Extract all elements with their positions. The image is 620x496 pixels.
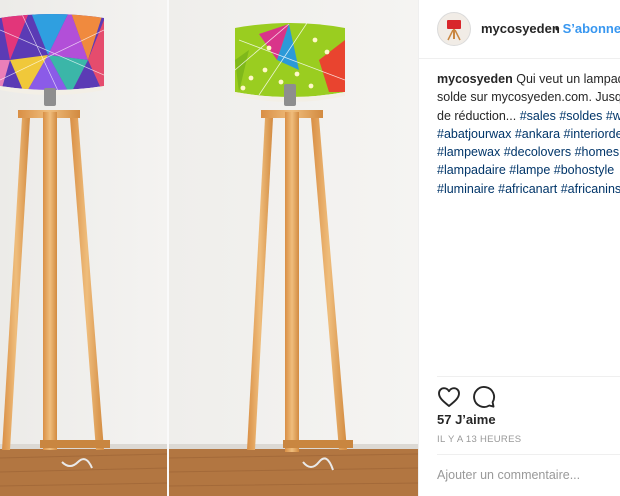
hashtag-link[interactable]: #luminaire [437, 182, 495, 196]
post-sidebar: mycosyeden • S’abonner mycosyeden Qui veu… [419, 0, 620, 496]
actions-divider [437, 376, 620, 377]
separator-dot: • [555, 21, 560, 36]
hashtag-link[interactable]: #w [606, 109, 620, 123]
hashtag-link[interactable]: #abatjourwax [437, 127, 511, 141]
avatar[interactable] [437, 12, 471, 46]
hashtag-group-line6: #lampadaire #lampe #bohostyle [437, 161, 620, 179]
caption-text-line3: de réduction... [437, 108, 520, 123]
hashtag-link[interactable]: #sales [520, 109, 556, 123]
floor-lamp-image-left [0, 0, 167, 496]
hashtag-group-line7: #luminaire #africanart #africanins [437, 180, 620, 198]
caption-text-line2: solde sur mycosyeden.com. Jusq [437, 90, 620, 105]
hashtag-link[interactable]: #interiorde [564, 127, 620, 141]
likes-count[interactable]: 57 J’aime [437, 412, 496, 427]
post-username[interactable]: mycosyeden [481, 21, 560, 36]
heart-icon[interactable] [437, 385, 461, 409]
post-photo-right [169, 0, 418, 496]
hashtag-link[interactable]: #lampadaire [437, 163, 506, 177]
comment-input[interactable] [437, 466, 620, 484]
post-header: mycosyeden • S’abonner [419, 0, 620, 58]
caption-username[interactable]: mycosyeden [437, 72, 513, 86]
floor-lamp-image-right [169, 0, 418, 496]
post-timestamp[interactable]: IL Y A 13 HEURES [437, 434, 521, 445]
hashtag-link[interactable]: #soldes [559, 109, 602, 123]
post-caption: mycosyeden Qui veut un lampad solde sur … [437, 70, 620, 198]
hashtag-link[interactable]: #lampe [509, 163, 550, 177]
post-photo-left [0, 0, 167, 496]
follow-label[interactable]: S’abonner [563, 21, 620, 36]
header-divider [419, 58, 620, 59]
hashtag-link[interactable]: #decolovers [504, 145, 571, 159]
hashtag-link[interactable]: #homes [575, 145, 619, 159]
follow-button[interactable]: • S’abonner [555, 21, 620, 36]
avatar-lamp-icon [447, 20, 461, 41]
hashtag-link[interactable]: #ankara [515, 127, 560, 141]
hashtag-link[interactable]: #africanart [498, 182, 557, 196]
hashtag-group-line4: #abatjourwax #ankara #interiorde [437, 125, 620, 143]
hashtag-group-line3: #sales #soldes #w [520, 109, 620, 123]
hashtag-link[interactable]: #africanins [561, 182, 620, 196]
hashtag-group-line5: #lampewax #decolovers #homes [437, 143, 620, 161]
comment-bubble-icon[interactable] [472, 385, 496, 409]
hashtag-link[interactable]: #bohostyle [554, 163, 614, 177]
caption-text-line1: Qui veut un lampad [516, 72, 620, 86]
comment-divider [437, 454, 620, 455]
hashtag-link[interactable]: #lampewax [437, 145, 500, 159]
